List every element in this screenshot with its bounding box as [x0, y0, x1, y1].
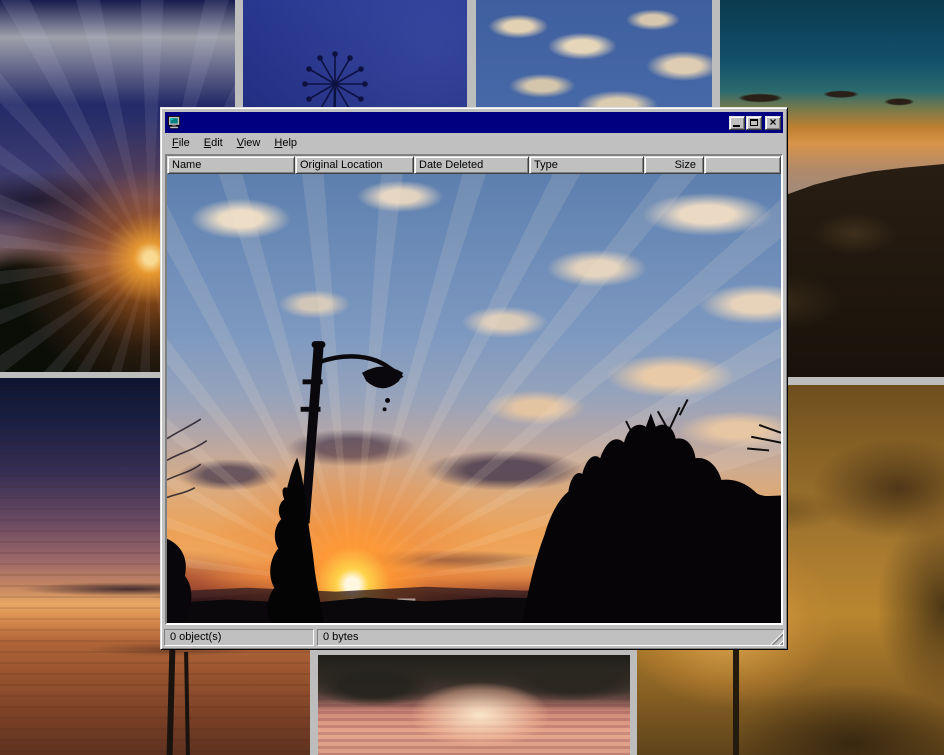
maximize-icon [750, 119, 758, 126]
close-button[interactable]: × [765, 116, 781, 130]
close-icon: × [769, 115, 776, 129]
column-header-type[interactable]: Type [529, 156, 644, 174]
wallpaper-photo-water-reflections [318, 655, 630, 755]
status-bar: 0 object(s) 0 bytes [164, 629, 784, 646]
column-header-size[interactable]: Size [644, 156, 704, 174]
column-header-row: Name Original Location Date Deleted Type… [167, 156, 781, 174]
menu-help[interactable]: Help [267, 135, 304, 152]
lagoon-pole [167, 648, 176, 755]
minimize-icon [733, 125, 740, 127]
column-header-date-deleted[interactable]: Date Deleted [414, 156, 529, 174]
computer-icon [167, 115, 183, 130]
column-header-original-location[interactable]: Original Location [295, 156, 414, 174]
desktop: × File Edit View Help Name Original Loca… [0, 0, 944, 755]
recycle-bin-window: × File Edit View Help Name Original Loca… [160, 107, 788, 650]
lagoon-pole [184, 652, 190, 755]
menu-bar: File Edit View Help [164, 134, 784, 153]
sunset-silhouettes-drawing [167, 174, 781, 623]
menu-file[interactable]: File [165, 135, 197, 152]
bokeh-pole [733, 647, 739, 755]
menu-view[interactable]: View [230, 135, 268, 152]
title-bar[interactable]: × [165, 112, 783, 133]
file-list-view: Name Original Location Date Deleted Type… [165, 154, 783, 625]
status-object-count: 0 object(s) [164, 629, 314, 646]
status-byte-count: 0 bytes [317, 629, 784, 646]
minimize-button[interactable] [729, 116, 745, 130]
column-header-name[interactable]: Name [167, 156, 295, 174]
maximize-button[interactable] [746, 116, 762, 130]
list-content-area-sunset-photo[interactable] [167, 174, 781, 623]
column-header-filler [704, 156, 781, 174]
menu-edit[interactable]: Edit [197, 135, 230, 152]
